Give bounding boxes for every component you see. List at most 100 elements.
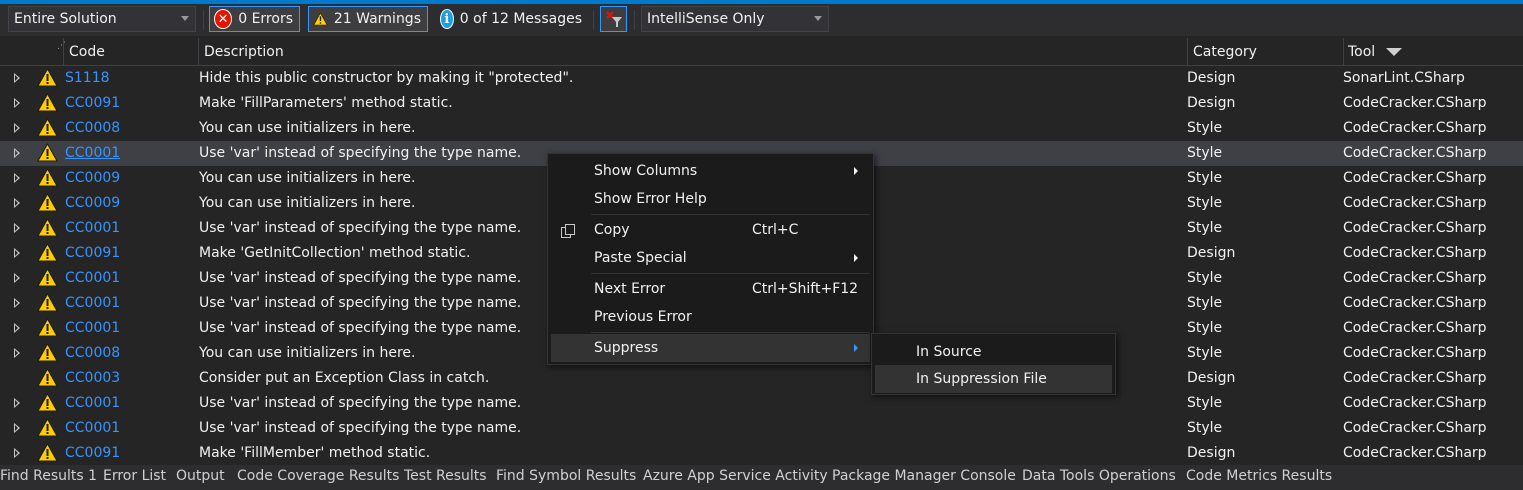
warning-icon <box>37 68 58 87</box>
errors-count-label: 0 Errors <box>238 11 293 27</box>
warning-icon <box>37 293 58 312</box>
menu-item-label: Previous Error <box>594 309 692 325</box>
error-code-link[interactable]: CC0001 <box>65 291 120 316</box>
error-code-link[interactable]: CC0091 <box>65 241 120 266</box>
expand-arrow-icon[interactable] <box>14 323 20 333</box>
error-code-link[interactable]: CC0091 <box>65 441 120 465</box>
warning-icon <box>37 418 58 437</box>
warnings-filter-button[interactable]: 21 Warnings <box>308 6 428 32</box>
expand-arrow-icon[interactable] <box>14 73 20 83</box>
menu-item-show-columns[interactable]: Show Columns <box>551 157 870 185</box>
table-row[interactable]: CC0001 Use 'var' instead of specifying th… <box>0 416 1523 441</box>
error-category: Style <box>1187 170 1223 186</box>
error-code-link[interactable]: CC0001 <box>65 391 120 416</box>
expand-arrow-icon[interactable] <box>14 348 20 358</box>
scope-dropdown[interactable]: Entire Solution <box>8 6 196 32</box>
expand-arrow-icon[interactable] <box>14 448 20 458</box>
expand-arrow-icon[interactable] <box>14 98 20 108</box>
errors-filter-button[interactable]: ✕ 0 Errors <box>209 6 300 32</box>
expand-arrow-icon[interactable] <box>14 148 20 158</box>
menu-item-previous-error[interactable]: Previous Error <box>551 303 870 331</box>
error-code-link[interactable]: CC0001 <box>65 416 120 441</box>
error-code-link[interactable]: CC0008 <box>65 116 120 141</box>
warning-icon <box>37 343 58 362</box>
menu-item-in-suppression-file[interactable]: In Suppression File <box>875 365 1112 393</box>
menu-item-in-source[interactable]: In Source <box>875 338 1112 366</box>
error-code-link[interactable]: CC0008 <box>65 341 120 366</box>
submenu-arrow-icon <box>854 167 858 175</box>
error-description: Make 'FillParameters' method static. <box>199 95 453 111</box>
tab-package-manager-console[interactable]: Package Manager Console <box>832 465 1016 490</box>
expand-arrow-icon[interactable] <box>14 398 20 408</box>
table-row[interactable]: CC0091 Make 'FillParameters' method stati… <box>0 91 1523 116</box>
table-row[interactable]: CC0008 You can use initializers in here. S… <box>0 116 1523 141</box>
table-row[interactable]: S1118 Hide this public constructor by mak… <box>0 66 1523 91</box>
table-row[interactable]: CC0003 Consider put an Exception Class in… <box>0 366 1523 391</box>
menu-item-label: Show Error Help <box>594 191 707 207</box>
error-code-link[interactable]: CC0001 <box>65 216 120 241</box>
table-row[interactable]: CC0091 Make 'FillMember' method static. De… <box>0 441 1523 465</box>
expand-arrow-icon[interactable] <box>14 223 20 233</box>
error-tool: CodeCracker.CSharp <box>1343 95 1487 111</box>
error-code-link[interactable]: CC0001 <box>65 316 120 341</box>
error-tool: CodeCracker.CSharp <box>1343 345 1487 361</box>
error-code-link[interactable]: CC0009 <box>65 191 120 216</box>
tab-find-results-1[interactable]: Find Results 1 <box>0 465 97 490</box>
error-code-link[interactable]: CC0001 <box>65 141 120 166</box>
table-row[interactable]: CC0001 Use 'var' instead of specifying th… <box>0 391 1523 416</box>
error-description: Hide this public constructor by making i… <box>199 70 574 86</box>
expand-arrow-icon[interactable] <box>14 123 20 133</box>
error-code-link[interactable]: CC0091 <box>65 91 120 116</box>
error-tool: CodeCracker.CSharp <box>1343 445 1487 461</box>
build-filter-value: IntelliSense Only <box>647 11 765 27</box>
error-category: Style <box>1187 295 1223 311</box>
warning-icon <box>37 93 58 112</box>
error-tool: CodeCracker.CSharp <box>1343 220 1487 236</box>
tab-error-list[interactable]: Error List <box>103 465 166 490</box>
warnings-count-label: 21 Warnings <box>333 11 421 27</box>
expand-arrow-icon[interactable] <box>14 173 20 183</box>
tab-azure-app-service-activity[interactable]: Azure App Service Activity <box>643 465 828 490</box>
column-header-code[interactable]: Code <box>64 38 105 66</box>
error-description: Use 'var' instead of specifying the type… <box>199 295 522 311</box>
error-code-link[interactable]: CC0009 <box>65 166 120 191</box>
menu-item-copy[interactable]: Copy Ctrl+C <box>551 216 870 244</box>
column-header-tool[interactable]: Tool <box>1343 38 1402 66</box>
warning-icon <box>37 118 58 137</box>
tab-code-coverage-results[interactable]: Code Coverage Results <box>237 465 399 490</box>
error-code-link[interactable]: CC0003 <box>65 366 120 391</box>
column-header-row: ⋰ Code Description Category Tool <box>0 38 1523 66</box>
error-code-link[interactable]: S1118 <box>65 66 110 91</box>
tab-find-symbol-results[interactable]: Find Symbol Results <box>496 465 636 490</box>
error-description: Use 'var' instead of specifying the type… <box>199 320 522 336</box>
expand-arrow-icon[interactable] <box>14 198 20 208</box>
warning-icon <box>37 193 58 212</box>
error-category: Design <box>1187 95 1236 111</box>
messages-filter-button[interactable]: i 0 of 12 Messages <box>436 6 588 32</box>
menu-item-suppress[interactable]: Suppress <box>551 334 870 362</box>
expand-arrow-icon[interactable] <box>14 248 20 258</box>
build-intellisense-dropdown[interactable]: IntelliSense Only <box>641 6 829 32</box>
warning-icon <box>37 143 58 162</box>
expand-arrow-icon[interactable] <box>14 423 20 433</box>
error-category: Design <box>1187 245 1236 261</box>
error-code-link[interactable]: CC0001 <box>65 266 120 291</box>
error-tool: CodeCracker.CSharp <box>1343 370 1487 386</box>
error-list-toolbar: Entire Solution ✕ 0 Errors 21 Warnings i… <box>0 4 1523 36</box>
scope-dropdown-value: Entire Solution <box>14 11 117 27</box>
error-description: Use 'var' instead of specifying the type… <box>199 145 522 161</box>
expand-arrow-icon[interactable] <box>14 298 20 308</box>
expand-arrow-icon[interactable] <box>14 273 20 283</box>
filter-current-project-button[interactable] <box>600 6 627 32</box>
tab-output[interactable]: Output <box>176 465 225 490</box>
tab-test-results[interactable]: Test Results <box>404 465 487 490</box>
menu-item-show-error-help[interactable]: Show Error Help <box>551 185 870 213</box>
warning-icon <box>37 168 58 187</box>
menu-item-paste-special[interactable]: Paste Special <box>551 244 870 272</box>
menu-item-next-error[interactable]: Next Error Ctrl+Shift+F12 <box>551 275 870 303</box>
error-category: Style <box>1187 145 1223 161</box>
tab-data-tools-operations[interactable]: Data Tools Operations <box>1022 465 1176 490</box>
column-header-description[interactable]: Description <box>199 38 284 66</box>
column-header-category[interactable]: Category <box>1188 38 1257 66</box>
tab-code-metrics-results[interactable]: Code Metrics Results <box>1186 465 1332 490</box>
